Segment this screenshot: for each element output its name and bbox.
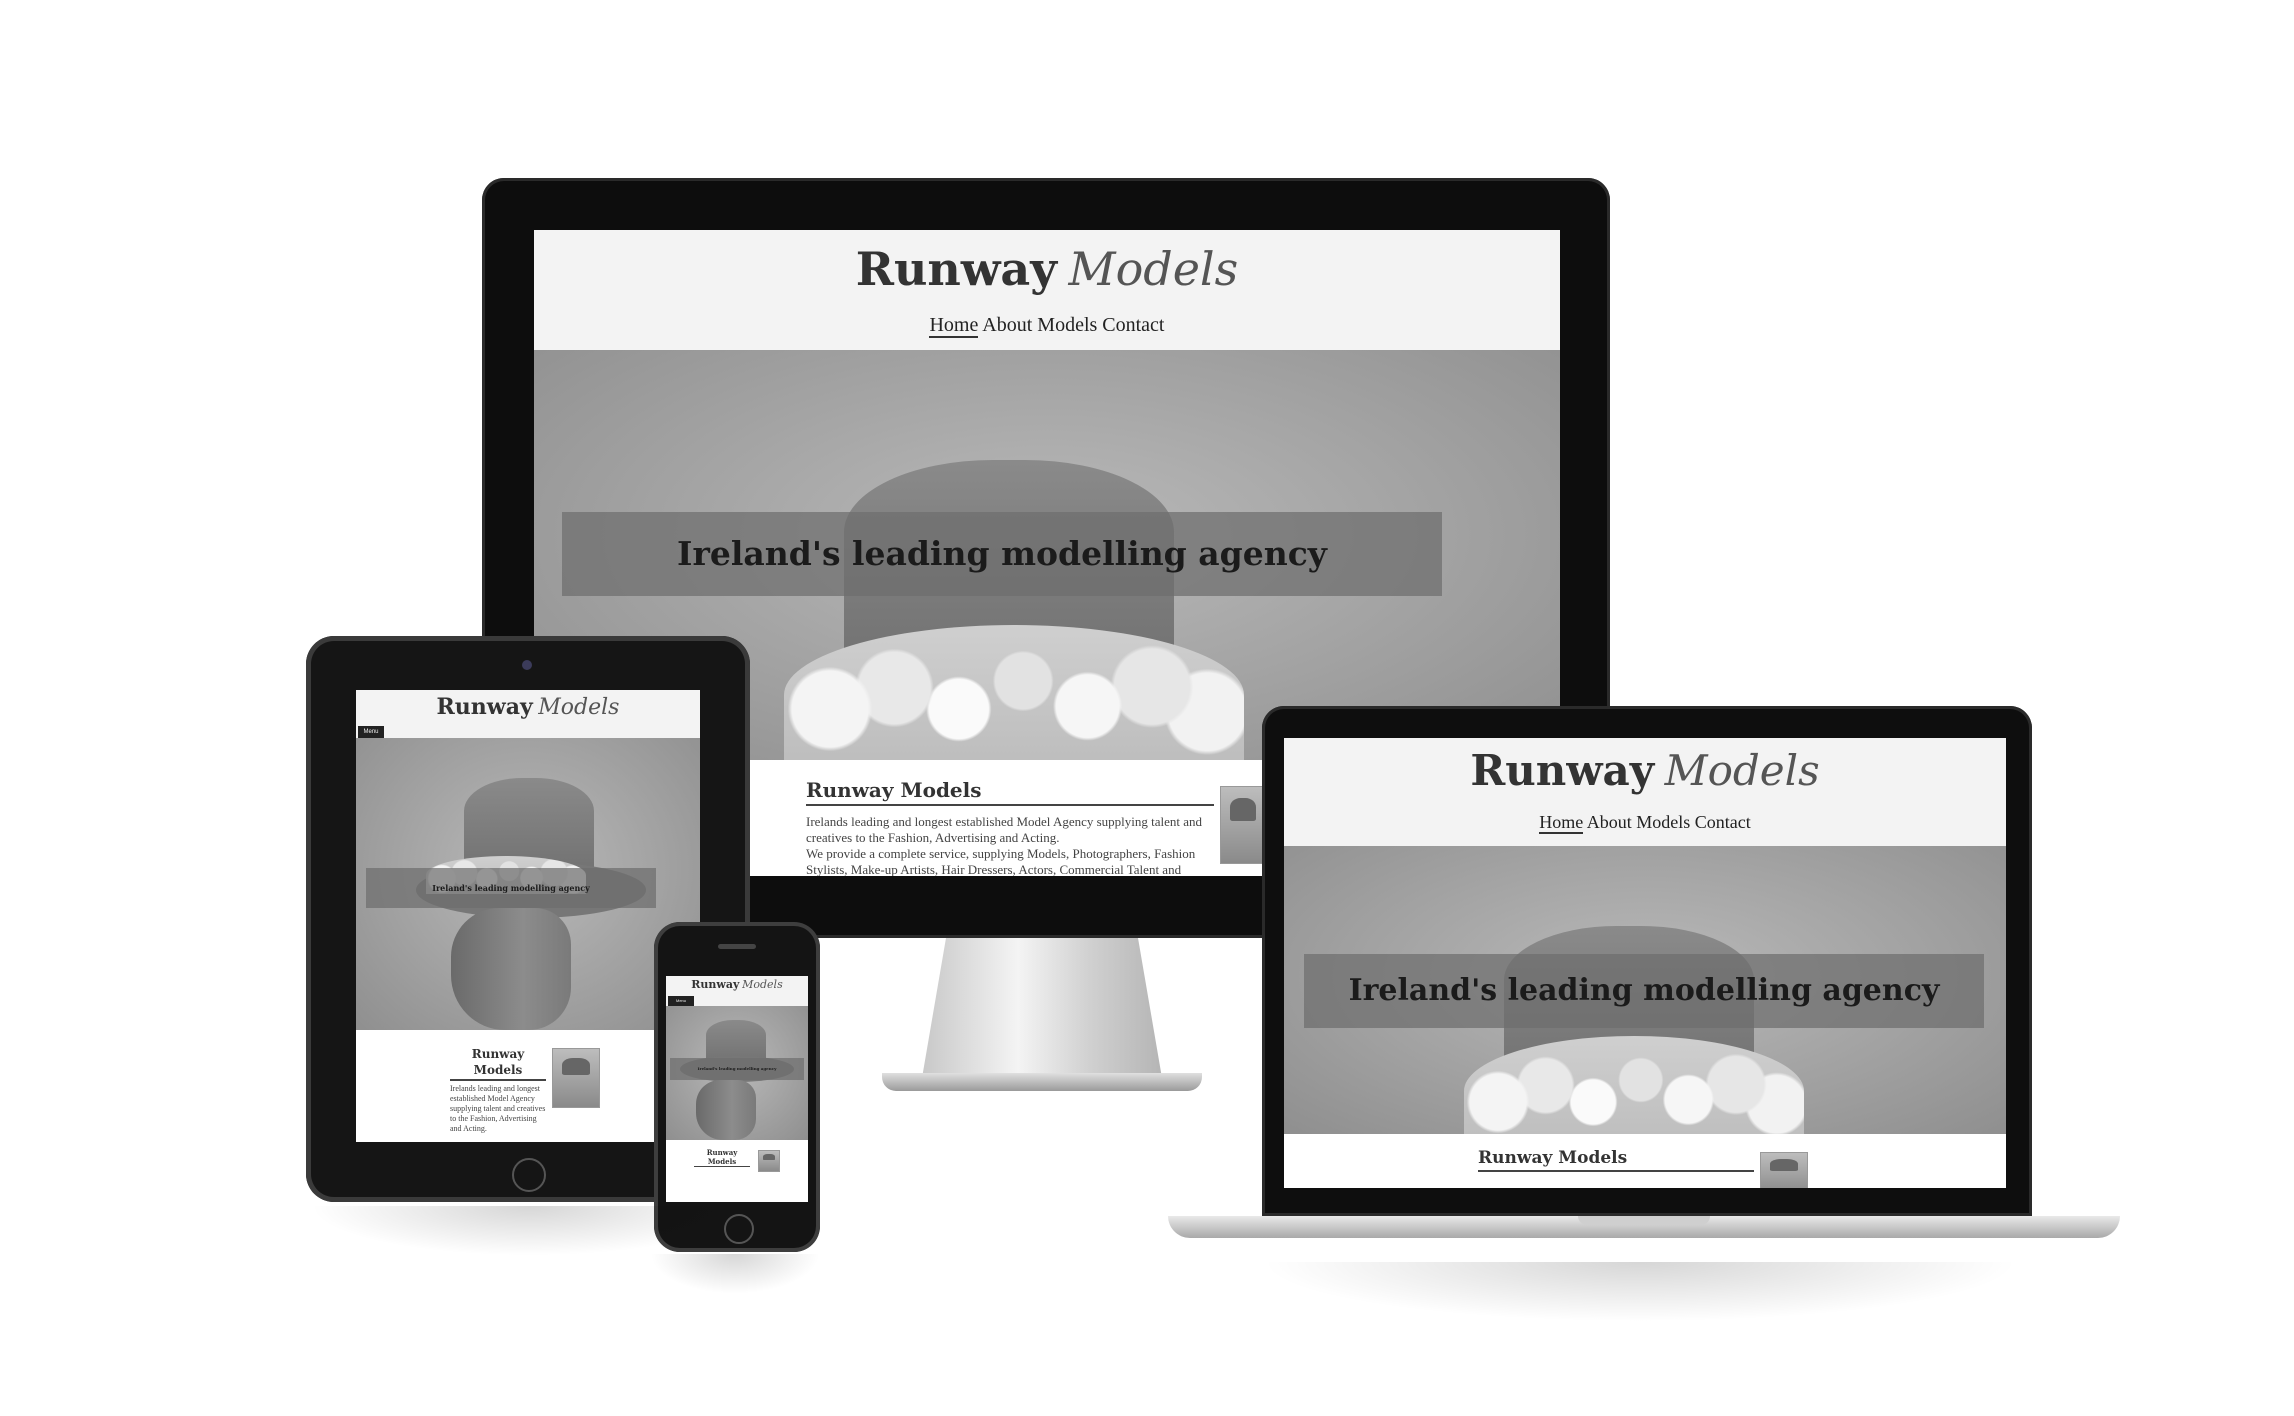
site-header: Runway Models Menu	[356, 690, 700, 738]
intro-line-3: We provide a complete service, supplying…	[806, 846, 1196, 861]
logo-models: Models	[1068, 242, 1239, 296]
hero-banner: Ireland's leading modelling agency	[1304, 954, 1984, 1028]
hero-image: Ireland's leading modelling agency	[1284, 846, 2006, 1134]
nav-contact[interactable]: Contact	[1695, 812, 1751, 832]
intro-line-1: Irelands leading and longest established…	[806, 814, 1203, 829]
logo-runway: Runway	[691, 978, 740, 991]
nav-contact[interactable]: Contact	[1102, 314, 1164, 336]
site-logo[interactable]: Runway Models	[356, 690, 700, 720]
hero-banner: Ireland's leading modelling agency	[670, 1058, 804, 1080]
phone-reflection	[650, 1254, 820, 1294]
laptop-reflection	[1260, 1262, 2020, 1322]
tablet-screen: Runway Models Menu Ireland's leading mod…	[356, 690, 700, 1142]
logo-models: Models	[742, 978, 783, 991]
phone: Runway Models Menu Ireland's leading mod…	[654, 922, 820, 1252]
tablet-camera	[522, 660, 532, 670]
intro-line-4: Stylists, Make-up Artists, Hair Dressers…	[806, 862, 1182, 876]
main-nav: Home About Models Contact	[534, 314, 1560, 338]
phone-speaker	[718, 944, 756, 949]
site-header: Runway Models Menu	[666, 976, 808, 1006]
logo-runway: Runway	[1470, 746, 1655, 795]
model-face	[451, 908, 571, 1030]
intro-title: Runway Models	[806, 778, 1214, 806]
logo-runway: Runway	[436, 694, 533, 720]
intro-title: Runway Models	[450, 1046, 546, 1081]
laptop: Runway Models Home About Models Contact …	[1168, 706, 2120, 1262]
model-thumbnail[interactable]	[758, 1150, 780, 1172]
intro-title: Runway Models	[1478, 1148, 1754, 1172]
main-nav: Home About Models Contact	[1284, 812, 2006, 834]
nav-about[interactable]: About	[982, 314, 1032, 336]
hero-image: Ireland's leading modelling agency	[356, 738, 700, 1030]
laptop-notch	[1578, 1216, 1710, 1225]
model-face	[696, 1080, 756, 1140]
logo-models: Models	[538, 695, 620, 720]
intro-title: Runway Models	[694, 1148, 750, 1167]
hero-image: Ireland's leading modelling agency	[666, 1006, 808, 1140]
laptop-screen: Runway Models Home About Models Contact …	[1284, 738, 2006, 1188]
site-header: Runway Models Home About Models Contact	[534, 230, 1560, 350]
menu-button[interactable]: Menu	[358, 726, 384, 738]
monitor-stand-base	[882, 1073, 1202, 1091]
intro-line-2: creatives to the Fashion, Advertising an…	[806, 830, 1060, 845]
logo-runway: Runway	[855, 242, 1057, 296]
intro-section: Runway Models Irelands leading and longe…	[356, 1030, 700, 1142]
phone-screen: Runway Models Menu Ireland's leading mod…	[666, 976, 808, 1202]
site-header: Runway Models Home About Models Contact	[1284, 738, 2006, 846]
nav-models[interactable]: Models	[1636, 812, 1690, 832]
menu-button[interactable]: Menu	[668, 996, 694, 1006]
intro-section: Runway Models	[1284, 1134, 2006, 1188]
nav-about[interactable]: About	[1587, 812, 1632, 832]
hero-banner: Ireland's leading modelling agency	[562, 512, 1442, 596]
nav-models[interactable]: Models	[1037, 314, 1097, 336]
nav-home[interactable]: Home	[929, 314, 979, 338]
site-logo[interactable]: Runway Models	[666, 976, 808, 991]
tablet-reflection	[310, 1206, 750, 1256]
site-logo[interactable]: Runway Models	[1284, 738, 2006, 796]
logo-models: Models	[1664, 746, 1820, 795]
monitor-stand	[922, 938, 1162, 1078]
nav-home[interactable]: Home	[1539, 812, 1584, 834]
intro-text: Irelands leading and longest established…	[806, 814, 1226, 876]
tablet-home-button[interactable]	[512, 1158, 546, 1192]
site-logo[interactable]: Runway Models	[534, 230, 1560, 296]
model-thumbnail[interactable]	[1760, 1152, 1808, 1188]
hero-banner: Ireland's leading modelling agency	[366, 868, 656, 908]
intro-section: Runway Models	[666, 1140, 808, 1202]
model-thumbnail[interactable]	[552, 1048, 600, 1108]
intro-text: Irelands leading and longest established…	[450, 1084, 546, 1133]
